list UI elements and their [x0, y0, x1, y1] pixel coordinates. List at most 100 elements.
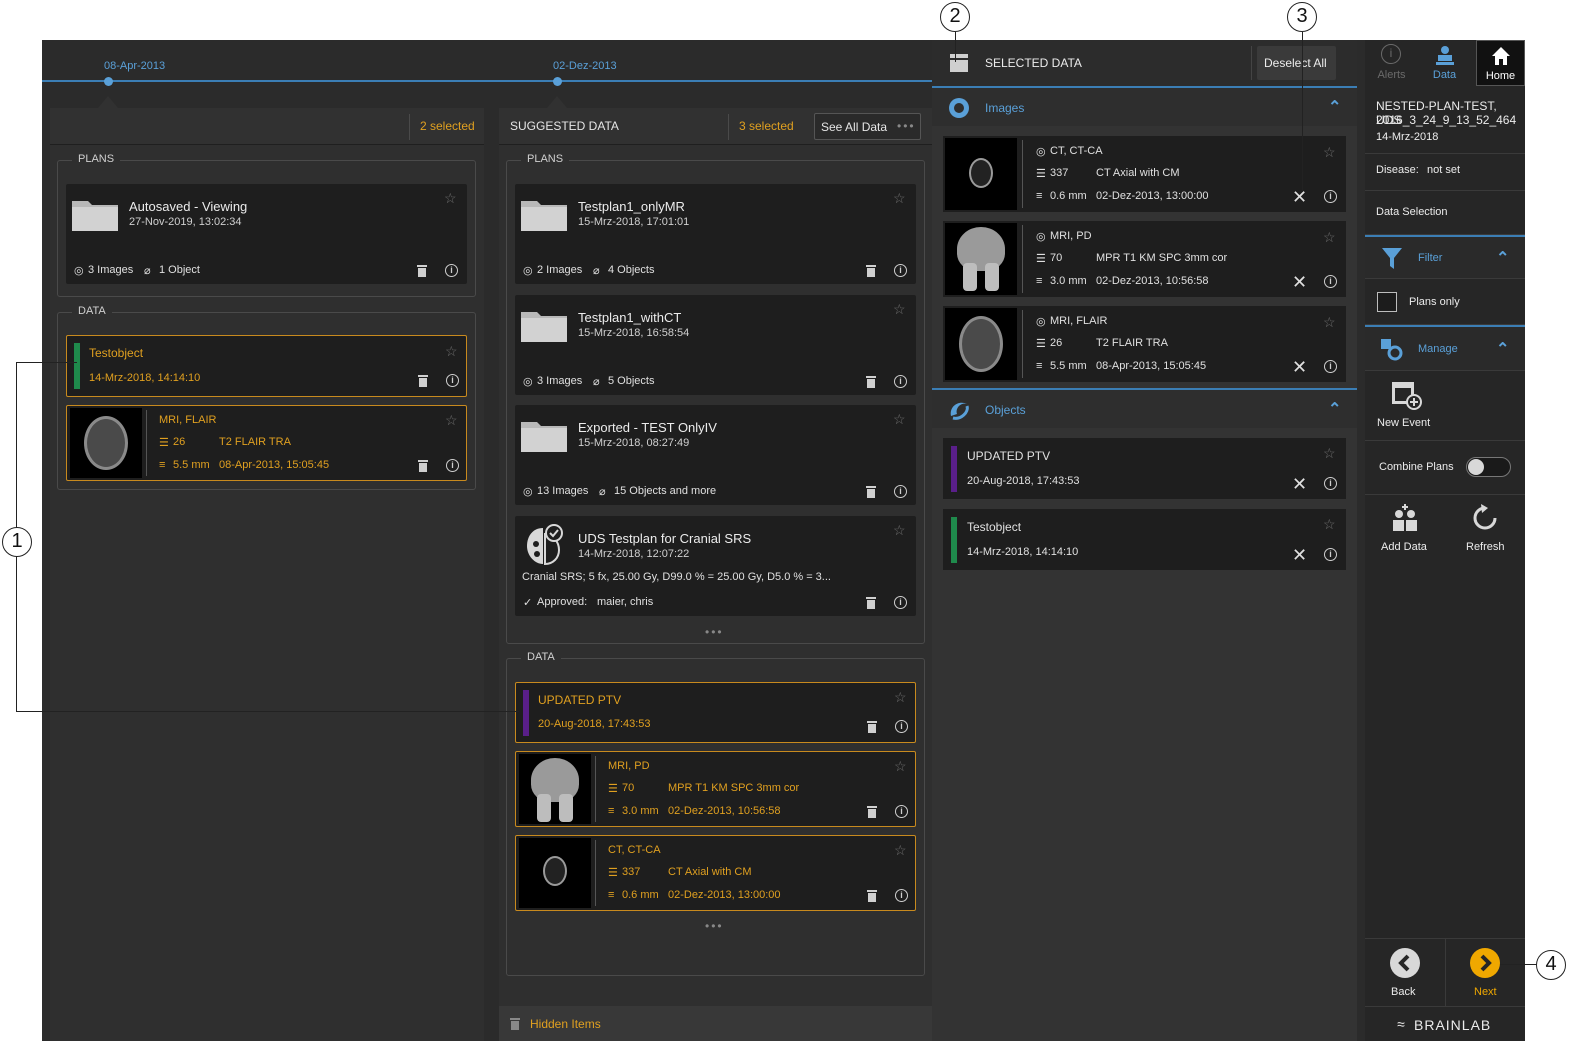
info-icon[interactable]: i: [446, 459, 459, 472]
favorite-star-icon[interactable]: ☆: [1323, 516, 1336, 533]
collapse-chevron-icon[interactable]: ⌃: [1496, 339, 1509, 359]
timeline-marker-1[interactable]: [104, 77, 113, 86]
trash-icon[interactable]: [416, 264, 428, 277]
favorite-star-icon[interactable]: ☆: [894, 758, 907, 775]
plan-card[interactable]: Autosaved - Viewing 27-Nov-2019, 13:02:3…: [66, 184, 467, 284]
plan-card[interactable]: Testplan1_onlyMR 15-Mrz-2018, 17:01:01 ◎…: [515, 184, 916, 284]
data-selection-item[interactable]: Data Selection: [1365, 191, 1525, 235]
info-icon[interactable]: i: [895, 805, 908, 818]
info-icon[interactable]: i: [895, 889, 908, 902]
plan-card[interactable]: Testplan1_withCT 15-Mrz-2018, 16:58:54 ◎…: [515, 295, 916, 395]
favorite-star-icon[interactable]: ☆: [444, 190, 457, 207]
images-group-label: Images: [985, 101, 1025, 115]
timeline-date-1[interactable]: 08-Apr-2013: [104, 60, 165, 72]
images-group-header[interactable]: Images ⌃: [932, 86, 1357, 126]
info-icon[interactable]: i: [894, 375, 907, 388]
filter-header[interactable]: Filter ⌃: [1365, 235, 1525, 279]
trash-icon[interactable]: [866, 805, 878, 818]
image-modality: MRI, PD: [1050, 230, 1092, 242]
trash-icon[interactable]: [417, 374, 429, 387]
trash-icon[interactable]: [866, 889, 878, 902]
image-modality: MRI, PD: [608, 760, 650, 772]
refresh-button[interactable]: Refresh: [1445, 495, 1525, 565]
deselect-x-icon[interactable]: ✕: [1292, 273, 1307, 291]
favorite-star-icon[interactable]: ☆: [1323, 229, 1336, 246]
trash-icon[interactable]: [866, 720, 878, 733]
add-data-button[interactable]: Add Data: [1365, 495, 1445, 565]
selected-image-card[interactable]: ◎ CT, CT-CA ☰ 337 CT Axial with CM ≡ 0.6…: [943, 136, 1346, 212]
trash-icon[interactable]: [865, 485, 877, 498]
collapse-chevron-icon[interactable]: ⌃: [1496, 248, 1509, 268]
favorite-star-icon[interactable]: ☆: [894, 842, 907, 859]
plans-only-checkbox[interactable]: [1377, 292, 1397, 312]
deselect-x-icon[interactable]: ✕: [1292, 188, 1307, 206]
tab-data[interactable]: Data: [1418, 40, 1471, 86]
favorite-star-icon[interactable]: ☆: [445, 412, 458, 429]
deselect-x-icon[interactable]: ✕: [1292, 546, 1307, 564]
hidden-items-bar[interactable]: Hidden Items: [499, 1006, 932, 1041]
callout-line: [1500, 964, 1537, 965]
object-card[interactable]: UPDATED PTV 20-Aug-2018, 17:43:53 ☆ i: [515, 682, 916, 743]
timeline-marker-2[interactable]: [553, 77, 562, 86]
selected-image-card[interactable]: ◎ MRI, PD ☰ 70 MPR T1 KM SPC 3mm cor ≡ 3…: [943, 221, 1346, 297]
image-card[interactable]: MRI, FLAIR ☰ 26 T2 FLAIR TRA ≡ 5.5 mm 08…: [66, 405, 467, 481]
deselect-x-icon[interactable]: ✕: [1292, 358, 1307, 376]
slice-count: 70: [622, 782, 635, 794]
info-icon[interactable]: i: [895, 720, 908, 733]
favorite-star-icon[interactable]: ☆: [894, 689, 907, 706]
more-data-dots-icon[interactable]: •••: [705, 919, 724, 933]
deselect-all-button[interactable]: Deselect All: [1257, 46, 1336, 80]
trash-icon[interactable]: [865, 375, 877, 388]
callout-2: 2: [940, 2, 970, 32]
favorite-star-icon[interactable]: ☆: [893, 522, 906, 539]
info-icon[interactable]: i: [1324, 477, 1337, 490]
favorite-star-icon[interactable]: ☆: [1323, 144, 1336, 161]
trash-icon[interactable]: [865, 596, 877, 609]
plans-only-filter[interactable]: Plans only: [1365, 279, 1525, 325]
favorite-star-icon[interactable]: ☆: [445, 343, 458, 360]
info-icon[interactable]: i: [894, 485, 907, 498]
timeline-date-2[interactable]: 02-Dez-2013: [553, 60, 617, 72]
disease-info: Disease: not set: [1365, 154, 1525, 191]
favorite-star-icon[interactable]: ☆: [1323, 314, 1336, 331]
info-icon[interactable]: i: [1324, 275, 1337, 288]
image-card[interactable]: CT, CT-CA ☰ 337 CT Axial with CM ≡ 0.6 m…: [515, 835, 916, 911]
info-icon[interactable]: i: [446, 374, 459, 387]
info-icon[interactable]: i: [1324, 548, 1337, 561]
selected-count[interactable]: 3 selected: [739, 119, 794, 133]
deselect-x-icon[interactable]: ✕: [1292, 475, 1307, 493]
collapse-chevron-icon[interactable]: ⌃: [1328, 399, 1341, 419]
trash-icon[interactable]: [865, 264, 877, 277]
srs-plan-card[interactable]: UDS Testplan for Cranial SRS 14-Mrz-2018…: [515, 516, 916, 616]
tab-alerts[interactable]: i Alerts: [1365, 40, 1418, 86]
manage-header[interactable]: Manage ⌃: [1365, 325, 1525, 371]
image-icon: ◎: [523, 265, 533, 277]
info-icon[interactable]: i: [1324, 360, 1337, 373]
see-all-data-button[interactable]: See All Data •••: [814, 113, 921, 140]
next-button[interactable]: Next: [1446, 939, 1525, 1007]
objects-group-header[interactable]: Objects ⌃: [932, 388, 1357, 428]
collapse-chevron-icon[interactable]: ⌃: [1328, 97, 1341, 117]
info-icon[interactable]: i: [445, 264, 458, 277]
more-plans-dots-icon[interactable]: •••: [705, 625, 724, 639]
favorite-star-icon[interactable]: ☆: [1323, 445, 1336, 462]
trash-icon[interactable]: [417, 459, 429, 472]
timeline-pointer-1: [98, 96, 118, 108]
info-icon[interactable]: i: [894, 596, 907, 609]
selected-count[interactable]: 2 selected: [420, 119, 475, 133]
favorite-star-icon[interactable]: ☆: [893, 301, 906, 318]
image-card[interactable]: MRI, PD ☰ 70 MPR T1 KM SPC 3mm cor ≡ 3.0…: [515, 751, 916, 827]
favorite-star-icon[interactable]: ☆: [893, 190, 906, 207]
selected-image-card[interactable]: ◎ MRI, FLAIR ☰ 26 T2 FLAIR TRA ≡ 5.5 mm …: [943, 306, 1346, 382]
combine-plans-toggle[interactable]: [1466, 457, 1511, 477]
back-button[interactable]: Back: [1365, 939, 1445, 1007]
info-icon[interactable]: i: [894, 264, 907, 277]
info-icon[interactable]: i: [1324, 190, 1337, 203]
new-event-button[interactable]: New Event: [1365, 371, 1525, 441]
plan-card[interactable]: Exported - TEST OnlyIV 15-Mrz-2018, 08:2…: [515, 405, 916, 505]
selected-object-card[interactable]: Testobject 14-Mrz-2018, 14:14:10 ☆ ✕ i: [943, 509, 1346, 570]
tab-home[interactable]: Home: [1476, 40, 1525, 86]
selected-object-card[interactable]: UPDATED PTV 20-Aug-2018, 17:43:53 ☆ ✕ i: [943, 438, 1346, 499]
object-card[interactable]: Testobject 14-Mrz-2018, 14:14:10 ☆ i: [66, 335, 467, 397]
favorite-star-icon[interactable]: ☆: [893, 411, 906, 428]
